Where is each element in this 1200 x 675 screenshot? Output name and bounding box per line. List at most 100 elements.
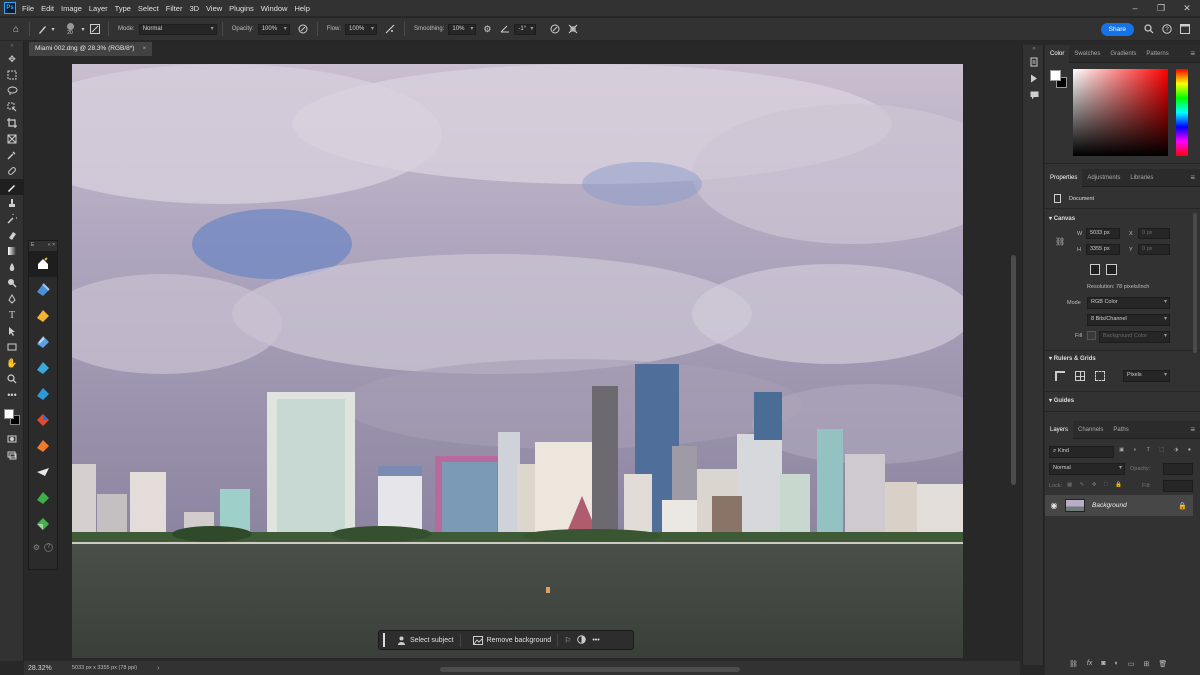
plugin-panel-header[interactable]: E « × [29,241,57,251]
plugin-tool-1-icon[interactable] [29,277,57,303]
marquee-tool-icon[interactable] [0,67,24,83]
plugin-tool-7-icon[interactable] [29,433,57,459]
close-window-button[interactable]: ✕ [1174,0,1200,16]
toolbar-grip[interactable]: » [0,41,24,51]
status-menu-arrow[interactable]: › [157,665,159,672]
more-options-icon[interactable]: ••• [592,637,599,644]
adjustment-icon[interactable]: ◐ [1115,660,1119,668]
tab-channels[interactable]: Channels [1073,421,1108,439]
screen-mode-icon[interactable] [0,447,24,463]
height-field[interactable]: 3355 px [1086,244,1120,255]
layer-fill-field[interactable] [1163,480,1193,492]
pen-tool-icon[interactable] [0,291,24,307]
quick-mask-icon[interactable] [0,431,24,447]
properties-scrollbar[interactable] [1193,213,1197,353]
remove-background-button[interactable]: Remove background [467,633,559,647]
link-icon[interactable]: ⛓ [1069,660,1078,668]
color-field[interactable] [1073,69,1168,156]
horizontal-scrollbar[interactable] [440,667,740,672]
move-tool-icon[interactable]: ✥ [0,51,24,67]
lock-icons[interactable]: ▦ ✎ ✥ ⛶ 🔒 [1067,482,1125,489]
clone-stamp-tool-icon[interactable] [0,195,24,211]
play-icon[interactable] [1023,70,1045,87]
history-brush-tool-icon[interactable] [0,211,24,227]
type-tool-icon[interactable]: T [0,307,24,323]
flag-icon[interactable]: ⚐ [564,636,571,645]
opacity-field[interactable]: 100% [257,23,290,35]
blur-tool-icon[interactable] [0,259,24,275]
layer-filter-icons[interactable]: ▣ ◐ T ⬚ ⬗ ● [1119,447,1195,453]
learn-icon[interactable] [1023,53,1045,70]
color-swatches[interactable] [0,403,24,431]
new-layer-icon[interactable]: ⊞ [1143,660,1149,668]
blend-mode-select[interactable]: Normal [1049,463,1125,475]
home-icon[interactable]: ⌂ [8,24,24,35]
plugin-tool-9-icon[interactable] [29,485,57,511]
plugin-tool-4-icon[interactable] [29,355,57,381]
menu-3d[interactable]: 3D [189,4,199,13]
eyedropper-tool-icon[interactable] [0,147,24,163]
panel-menu-icon[interactable]: ≡ [1190,49,1195,58]
tab-patterns[interactable]: Patterns [1141,45,1173,63]
plugin-panel-controls[interactable]: « × [48,242,55,250]
help-icon[interactable]: ? [44,542,54,552]
menu-image[interactable]: Image [61,4,82,13]
close-tab-icon[interactable]: × [142,42,146,56]
search-icon[interactable] [1140,24,1158,34]
path-selection-tool-icon[interactable] [0,323,24,339]
group-icon[interactable]: ▭ [1128,660,1135,668]
layer-filter-kind[interactable]: ⌕ Kind [1049,446,1114,458]
help-icon[interactable]: ? [1158,24,1176,34]
angle-field[interactable]: -1° [514,23,537,35]
chevron-down-icon[interactable]: ▾ [79,26,87,33]
collapse-panels-icon[interactable]: « [1023,45,1045,53]
crop-tool-icon[interactable] [0,115,24,131]
plugin-tool-10-icon[interactable] [29,511,57,537]
bit-depth-select[interactable]: 8 Bits/Channel [1087,314,1170,326]
brush-tool-icon[interactable] [0,179,24,195]
tab-paths[interactable]: Paths [1108,421,1133,439]
task-bar-handle[interactable] [383,633,385,647]
symmetry-icon[interactable] [564,24,582,34]
share-button[interactable]: Share [1100,22,1134,36]
flow-field[interactable]: 100% [345,23,378,35]
smoothing-field[interactable]: 10% [448,23,477,35]
menu-select[interactable]: Select [138,4,159,13]
layer-name[interactable]: Background [1092,502,1127,509]
minimize-button[interactable]: – [1122,0,1148,16]
more-tools-icon[interactable]: ••• [0,387,24,403]
hue-slider[interactable] [1176,69,1188,156]
hand-tool-icon[interactable]: ✋ [0,355,24,371]
y-field[interactable]: 0 px [1138,244,1170,255]
rulers-section-header[interactable]: ▾ Rulers & Grids [1049,355,1096,362]
brush-settings-icon[interactable] [87,24,103,34]
fx-icon[interactable]: fx [1087,660,1092,668]
pressure-size-icon[interactable] [546,24,564,34]
color-panel-fg-bg[interactable] [1050,70,1070,90]
foreground-color-swatch[interactable] [1050,70,1061,81]
select-subject-button[interactable]: Select subject [391,633,461,647]
mode-select[interactable]: Normal [138,23,217,35]
menu-help[interactable]: Help [294,4,309,13]
menu-window[interactable]: Window [261,4,288,13]
plugin-tool-5-icon[interactable] [29,381,57,407]
foreground-color-swatch[interactable] [4,409,14,419]
zoom-tool-icon[interactable] [0,371,24,387]
brush-preset-picker[interactable]: 20 [61,22,79,36]
eye-icon[interactable]: ◉ [1045,501,1063,510]
tab-libraries[interactable]: Libraries [1125,169,1158,187]
workspace-icon[interactable] [1176,24,1194,34]
gradient-tool-icon[interactable] [0,243,24,259]
ruler-units-select[interactable]: Pixels [1123,370,1170,382]
maximize-button[interactable]: ❐ [1148,0,1174,16]
rotate-landscape-icon[interactable] [1106,264,1117,275]
menu-edit[interactable]: Edit [41,4,54,13]
tab-adjustments[interactable]: Adjustments [1082,169,1125,187]
fill-select[interactable]: Background Color [1099,331,1170,343]
gear-icon[interactable]: ⚙ [479,24,495,35]
grid-icon[interactable] [1075,371,1085,381]
rotate-portrait-icon[interactable] [1090,264,1100,275]
tab-color[interactable]: Color [1045,44,1070,63]
menu-type[interactable]: Type [115,4,131,13]
pixel-grid-icon[interactable] [1095,371,1105,381]
